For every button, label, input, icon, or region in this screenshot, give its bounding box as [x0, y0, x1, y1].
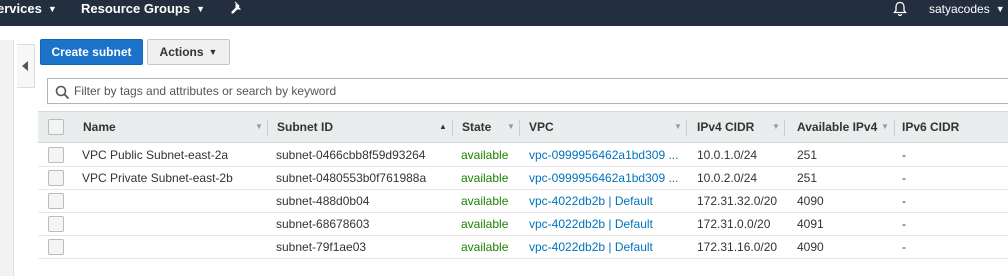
cell-subnet-id: subnet-68678603 — [276, 217, 370, 231]
select-all-checkbox[interactable] — [48, 119, 64, 135]
sort-icon[interactable]: ▼ — [881, 112, 889, 142]
cell-subnet-id: subnet-488d0b04 — [276, 194, 370, 208]
cell-state: available — [461, 194, 509, 208]
services-chevron-icon: ▼ — [47, 4, 57, 14]
cell-name: VPC Private Subnet-east-2b — [82, 171, 233, 185]
row-checkbox[interactable] — [48, 147, 64, 163]
bell-icon[interactable] — [892, 1, 908, 20]
filter-search-box — [47, 78, 1008, 104]
actions-label: Actions — [159, 45, 204, 59]
row-checkbox[interactable] — [48, 239, 64, 255]
resource-groups-label: Resource Groups — [81, 1, 191, 16]
column-header-available-ipv4[interactable]: Available IPv4 — [797, 112, 877, 142]
username-label: satyacodes — [929, 2, 990, 16]
cell-name — [82, 236, 267, 258]
collapse-arrow-icon — [22, 61, 28, 71]
column-header-ipv4-cidr[interactable]: IPv4 CIDR — [697, 112, 754, 142]
cell-ipv4-cidr: 172.31.16.0/20 — [697, 240, 778, 254]
pin-icon[interactable] — [230, 1, 244, 18]
cell-subnet-id: subnet-0480553b0f761988a — [276, 171, 427, 185]
resource-groups-menu[interactable]: Resource Groups ▼ — [81, 0, 205, 18]
cell-ipv6-cidr: - — [902, 194, 906, 208]
column-header-name[interactable]: Name — [83, 112, 116, 142]
column-divider — [452, 120, 453, 136]
cell-name: VPC Public Subnet-east-2a — [82, 148, 229, 162]
cell-vpc-link[interactable]: vpc-0999956462a1bd309 ... — [529, 144, 687, 166]
cell-available-ipv4: 4090 — [797, 240, 824, 254]
search-icon — [55, 85, 70, 100]
cell-state: available — [461, 148, 509, 162]
actions-dropdown-button[interactable]: Actions ▼ — [147, 39, 230, 65]
sort-icon[interactable]: ▼ — [772, 112, 780, 142]
cell-available-ipv4: 251 — [797, 148, 818, 162]
column-divider — [894, 120, 895, 136]
cell-state: available — [461, 217, 509, 231]
column-header-subnet-id[interactable]: Subnet ID — [277, 112, 333, 142]
table-row[interactable]: VPC Public Subnet-east-2a subnet-0466cbb… — [38, 144, 1008, 167]
services-menu[interactable]: ervices ▼ — [0, 0, 57, 18]
column-divider — [267, 120, 268, 136]
sort-icon[interactable]: ▼ — [255, 112, 263, 142]
cell-vpc-link[interactable]: vpc-0999956462a1bd309 ... — [529, 167, 687, 189]
cell-available-ipv4: 4090 — [797, 194, 824, 208]
cell-vpc-link[interactable]: vpc-4022db2b | Default — [529, 236, 687, 258]
column-divider — [519, 120, 520, 136]
cell-name — [82, 190, 267, 212]
cell-ipv6-cidr: - — [902, 171, 906, 185]
cell-state: available — [461, 240, 509, 254]
cell-ipv4-cidr: 10.0.2.0/24 — [697, 171, 758, 185]
cell-name — [82, 213, 267, 235]
actions-caret-icon: ▼ — [208, 47, 218, 57]
collapse-panel-toggle[interactable] — [17, 44, 35, 88]
column-header-ipv6-cidr[interactable]: IPv6 CIDR — [902, 112, 959, 142]
cell-subnet-id: subnet-79f1ae03 — [276, 240, 367, 254]
column-header-vpc[interactable]: VPC — [529, 112, 554, 142]
table-header: Name ▼ Subnet ID ▲ State ▼ VPC ▼ IPv4 CI… — [38, 111, 1008, 143]
resource-groups-chevron-icon: ▼ — [196, 4, 206, 14]
column-divider — [686, 120, 687, 136]
cell-ipv6-cidr: - — [902, 217, 906, 231]
column-divider — [784, 120, 785, 136]
services-label: ervices — [0, 1, 42, 16]
cell-ipv6-cidr: - — [902, 148, 906, 162]
cell-vpc-link[interactable]: vpc-4022db2b | Default — [529, 213, 687, 235]
row-checkbox[interactable] — [48, 193, 64, 209]
cell-ipv6-cidr: - — [902, 240, 906, 254]
cell-available-ipv4: 251 — [797, 171, 818, 185]
table-row[interactable]: subnet-488d0b04 available vpc-4022db2b |… — [38, 190, 1008, 213]
column-header-state[interactable]: State — [462, 112, 491, 142]
cell-ipv4-cidr: 172.31.32.0/20 — [697, 194, 778, 208]
cell-ipv4-cidr: 172.31.0.0/20 — [697, 217, 771, 231]
sort-icon[interactable]: ▼ — [674, 112, 682, 142]
create-subnet-button[interactable]: Create subnet — [40, 39, 143, 65]
table-row[interactable]: VPC Private Subnet-east-2b subnet-048055… — [38, 167, 1008, 190]
row-checkbox[interactable] — [48, 216, 64, 232]
cell-ipv4-cidr: 10.0.1.0/24 — [697, 148, 758, 162]
cell-state: available — [461, 171, 509, 185]
table-row[interactable]: subnet-68678603 available vpc-4022db2b |… — [38, 213, 1008, 236]
top-nav-bar: ervices ▼ Resource Groups ▼ satyacodes ▼ — [0, 0, 1008, 26]
user-menu[interactable]: satyacodes ▼ — [929, 0, 1005, 18]
sort-icon[interactable]: ▼ — [507, 112, 515, 142]
left-side-panel — [0, 40, 14, 276]
cell-vpc-link[interactable]: vpc-4022db2b | Default — [529, 190, 687, 212]
row-checkbox[interactable] — [48, 170, 64, 186]
cell-subnet-id: subnet-0466cbb8f59d93264 — [276, 148, 426, 162]
user-chevron-icon: ▼ — [995, 4, 1005, 14]
table-row[interactable]: subnet-79f1ae03 available vpc-4022db2b |… — [38, 236, 1008, 259]
filter-input[interactable] — [74, 79, 994, 103]
cell-available-ipv4: 4091 — [797, 217, 824, 231]
sort-icon[interactable]: ▲ — [439, 112, 447, 142]
